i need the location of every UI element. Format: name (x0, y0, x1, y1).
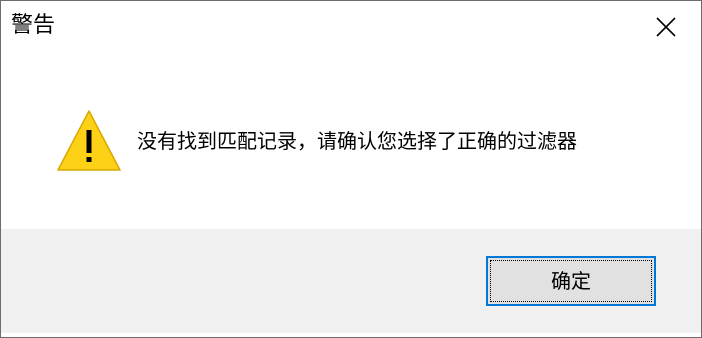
warning-dialog: 警告 没有找到匹配记录，请确认您选择了正确的过滤器 确定 (0, 0, 702, 338)
title-bar: 警告 (1, 1, 701, 53)
ok-button-label: 确定 (551, 269, 591, 293)
warning-icon (57, 110, 121, 171)
dialog-content: 没有找到匹配记录，请确认您选择了正确的过滤器 (1, 53, 701, 229)
dialog-message: 没有找到匹配记录，请确认您选择了正确的过滤器 (137, 129, 577, 153)
close-icon (656, 17, 676, 37)
dialog-footer: 确定 (1, 229, 701, 333)
close-button[interactable] (631, 1, 701, 53)
dialog-title: 警告 (11, 13, 56, 38)
ok-button[interactable]: 确定 (486, 256, 656, 306)
